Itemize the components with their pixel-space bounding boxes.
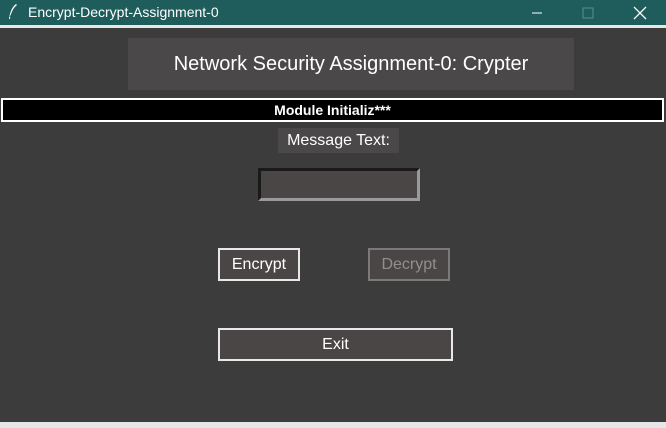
status-banner: Module Initializ*** (1, 98, 664, 122)
minimize-button[interactable] (514, 0, 560, 25)
title-bar[interactable]: Encrypt-Decrypt-Assignment-0 (0, 0, 666, 25)
maximize-button[interactable] (565, 0, 611, 25)
minimize-icon (532, 12, 542, 13)
page-title: Network Security Assignment-0: Crypter (128, 38, 574, 90)
feather-icon (9, 4, 17, 19)
close-icon (633, 6, 647, 19)
app-window: Network Security Assignment-0: Crypter M… (0, 28, 666, 422)
decrypt-button[interactable]: Decrypt (368, 248, 450, 281)
message-text-label: Message Text: (278, 128, 399, 153)
exit-button[interactable]: Exit (218, 328, 453, 361)
window-bottom-border (0, 422, 666, 428)
message-text-input[interactable] (258, 168, 420, 201)
encrypt-button[interactable]: Encrypt (218, 248, 300, 281)
maximize-icon (582, 7, 594, 18)
window-title: Encrypt-Decrypt-Assignment-0 (28, 4, 219, 20)
close-button[interactable] (617, 0, 663, 25)
